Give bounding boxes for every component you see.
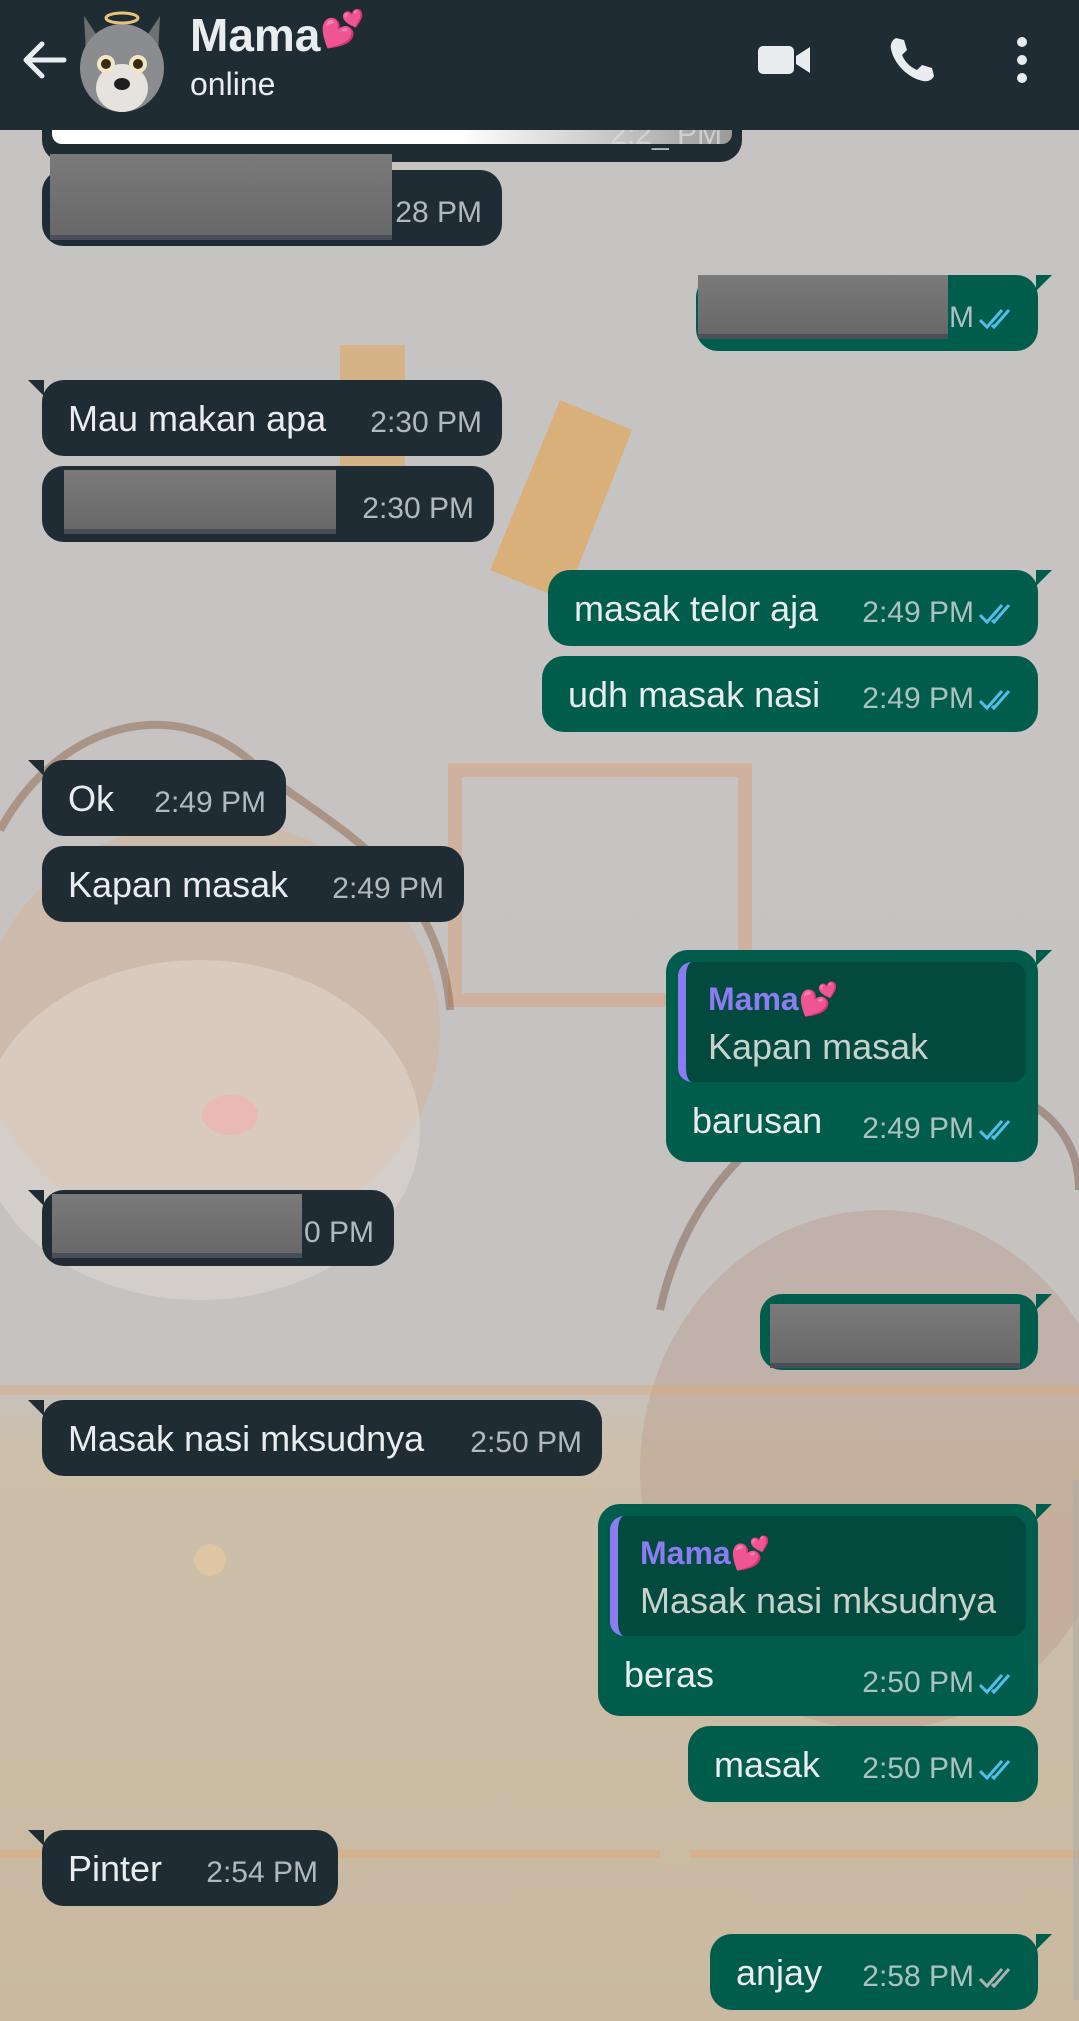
message-text: masak telor aja [574, 588, 819, 629]
message-time: 2:50 PM [862, 1752, 974, 1785]
bubble-tail [28, 380, 44, 396]
message-incoming[interactable]: Ok 2:49 PM [28, 760, 286, 836]
delivered-receipt-icon [978, 1968, 1011, 1989]
quoted-message[interactable]: Mama💕 Kapan masak [678, 962, 1026, 1082]
message-time: 0 PM [303, 1216, 374, 1249]
contact-name[interactable]: Mama💕 [190, 8, 365, 62]
bubble-tail [1036, 950, 1052, 966]
redacted-content [770, 1304, 1020, 1368]
message-time: 2:30 PM [362, 492, 474, 525]
quoted-text: Masak nasi mksudnya [640, 1580, 997, 1621]
scrollbar[interactable] [1073, 1480, 1079, 2000]
message-time: 2:50 PM [470, 1426, 582, 1459]
message-incoming[interactable]: 28 PM [42, 154, 502, 246]
message-incoming[interactable]: Kapan masak 2:49 PM [42, 846, 464, 922]
quoted-message[interactable]: Mama💕 Masak nasi mksudnya [610, 1516, 1026, 1636]
contact-status: online [190, 66, 276, 102]
message-time: 2:49 PM [332, 872, 444, 905]
back-arrow-icon[interactable] [18, 34, 70, 86]
message-outgoing[interactable]: M [696, 275, 1052, 351]
bubble-tail [1036, 1504, 1052, 1520]
message-time: 28 PM [395, 196, 482, 229]
message-text: Masak nasi mksudnya [68, 1418, 425, 1459]
message-outgoing[interactable]: masak 2:50 PM [688, 1726, 1038, 1802]
message-outgoing[interactable]: masak telor aja 2:49 PM [548, 570, 1052, 646]
message-time: 2:58 PM [862, 1960, 974, 1993]
chat-header: Mama💕 online [0, 0, 1079, 130]
message-time: M [949, 301, 974, 334]
message-outgoing[interactable] [760, 1294, 1052, 1370]
bubble-tail [1036, 570, 1052, 586]
read-receipt-icon [978, 1760, 1011, 1781]
message-outgoing-reply[interactable]: Mama💕 Kapan masak barusan 2:49 PM [666, 950, 1052, 1162]
redacted-content [50, 154, 392, 240]
message-incoming[interactable]: 2:30 PM [42, 466, 494, 542]
read-receipt-icon [978, 690, 1011, 711]
bubble-tail [28, 760, 44, 776]
message-outgoing[interactable]: udh masak nasi 2:49 PM [542, 656, 1038, 732]
heart-emoji: 💕 [320, 8, 366, 49]
redacted-content [64, 470, 336, 534]
message-time: 2:49 PM [862, 682, 974, 715]
bubble-tail [1036, 1294, 1052, 1310]
message-time: 2:54 PM [206, 1856, 318, 1889]
message-text: barusan [692, 1100, 823, 1141]
message-time: 2:49 PM [862, 596, 974, 629]
redacted-content [698, 275, 948, 339]
message-text: Mau makan apa [68, 398, 327, 439]
message-text: Pinter [68, 1848, 163, 1889]
message-text: Kapan masak [68, 864, 289, 905]
read-receipt-icon [978, 1120, 1011, 1141]
message-outgoing[interactable]: anjay 2:58 PM [710, 1934, 1052, 2010]
bubble-tail [28, 1400, 44, 1416]
message-text: Ok [68, 778, 115, 819]
bubble-tail [28, 1830, 44, 1846]
voice-call-icon[interactable] [882, 30, 942, 90]
read-receipt-icon [978, 1674, 1011, 1695]
avatar[interactable] [66, 6, 178, 118]
video-call-icon[interactable] [754, 30, 814, 90]
read-receipt-icon [978, 309, 1011, 330]
message-incoming[interactable]: Pinter 2:54 PM [28, 1830, 338, 1906]
message-time: 2:50 PM [862, 1666, 974, 1699]
message-outgoing-reply[interactable]: Mama💕 Masak nasi mksudnya beras 2:50 PM [598, 1504, 1052, 1716]
quoted-text: Kapan masak [708, 1026, 929, 1067]
message-time: 2:30 PM [370, 406, 482, 439]
message-list[interactable]: 2:2_ PM 28 PM M Mau makan apa 2:30 PM 2:… [0, 100, 1079, 2021]
message-incoming[interactable]: Mau makan apa 2:30 PM [28, 380, 502, 456]
message-text: anjay [736, 1952, 823, 1993]
read-receipt-icon [978, 604, 1011, 625]
redacted-content [52, 1194, 302, 1258]
bubble-tail [28, 1190, 44, 1206]
quoted-sender: Mama💕 [640, 1535, 771, 1571]
quoted-sender: Mama💕 [708, 981, 839, 1017]
message-time: 2:49 PM [154, 786, 266, 819]
message-incoming[interactable]: Masak nasi mksudnya 2:50 PM [28, 1400, 602, 1476]
bubble-tail [1036, 1934, 1052, 1950]
message-time: 2:49 PM [862, 1112, 974, 1145]
message-text: udh masak nasi [568, 674, 821, 715]
more-options-icon[interactable] [1002, 30, 1042, 90]
message-text: beras [624, 1654, 715, 1695]
contact-name-text: Mama [190, 9, 321, 61]
bubble-tail [1036, 275, 1052, 291]
message-incoming[interactable]: 0 PM [28, 1190, 394, 1266]
message-text: masak [714, 1744, 821, 1785]
